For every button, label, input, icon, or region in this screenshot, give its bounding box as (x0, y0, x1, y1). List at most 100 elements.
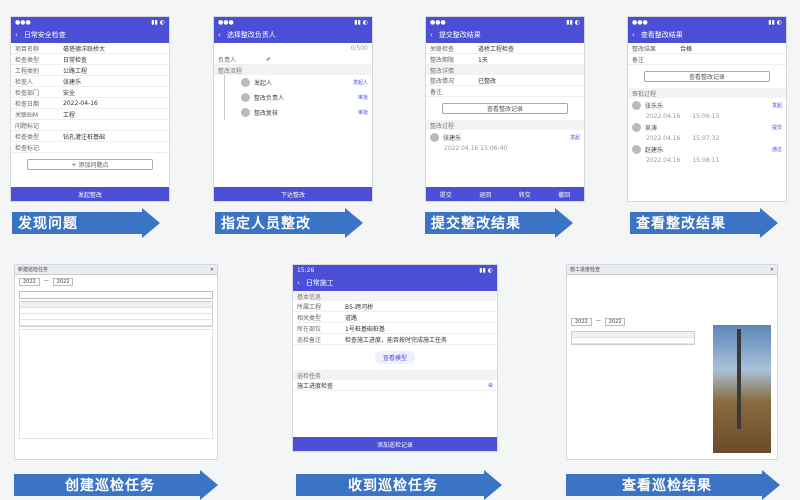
task-item[interactable]: 施工进度检查 ⊕ (293, 380, 497, 391)
form-row[interactable]: 巡检备注 检查施工进度，能否按时完成施工任务 (293, 334, 497, 345)
row-value: 毫塔德洋跃桥大 (63, 45, 106, 53)
approval-item: 赵建乐 通过 2022.04.16 15:08:11 (628, 142, 786, 164)
row-value: 张建乐 (63, 78, 82, 86)
add-icon[interactable]: ⊕ (488, 382, 493, 389)
step-arrow-1: 发现问题 (12, 208, 160, 238)
form-row[interactable]: 关联BIM 工程 (11, 109, 169, 120)
avatar (241, 93, 250, 102)
form-row[interactable]: 检查日期 2022-04-16 (11, 98, 169, 109)
back-icon[interactable]: ‹ (218, 31, 221, 39)
row-value: 日常检查 (63, 56, 88, 64)
form-row[interactable]: 整改结果 合格 (628, 43, 786, 54)
close-icon[interactable]: ✕ (210, 267, 214, 273)
check-icon: ✔ (266, 55, 272, 63)
row-value: 已整改 (478, 77, 497, 85)
form-row[interactable]: 所属工程 B5-跨河桥 (293, 301, 497, 312)
flow-step[interactable]: 整改负责人 审批 (237, 90, 372, 105)
start-rectification-button[interactable]: 发起整改 (11, 187, 169, 201)
row-value: 2022-04-16 (63, 99, 98, 107)
form-row[interactable]: 相关类型 道路 (293, 312, 497, 323)
step-arrow-4: 查看整改结果 (630, 208, 778, 238)
avatar (430, 133, 439, 142)
year-from-select[interactable]: 2022 (571, 318, 592, 326)
detail-area (567, 275, 777, 315)
form-row[interactable]: 整改情况 已整改 (426, 75, 584, 86)
form-row[interactable]: 项目名称 毫塔德洋跃桥大 (11, 43, 169, 54)
approval-time: 15:07:32 (692, 135, 720, 142)
action-tab[interactable]: 撤回 (558, 190, 570, 199)
arrow-label: 收到巡检任务 (296, 474, 484, 496)
step-tag: 审批 (357, 95, 368, 101)
action-tabs: 提交 退回 转交 撤回 (426, 187, 584, 201)
form-row[interactable]: 检查类型 钻孔灌注桩基础 (11, 131, 169, 142)
status-tag: 通过 (771, 147, 782, 153)
action-tab[interactable]: 退回 (479, 190, 491, 199)
char-counter: 0/500 (350, 45, 368, 52)
task-table (19, 301, 213, 327)
year-to-select[interactable]: 2022 (52, 278, 74, 286)
search-input[interactable] (19, 291, 213, 299)
person-field[interactable]: 负责人 ✔ (214, 54, 372, 65)
table-row[interactable] (572, 338, 694, 344)
nav-title: 提交整改结果 (438, 31, 481, 39)
approval-time: 15:08:11 (692, 157, 720, 164)
form-row[interactable]: 所在部位 1号桩基础桩基 (293, 323, 497, 334)
add-issue-button[interactable]: + 添加问题点 (27, 159, 153, 170)
approval-list: 张乐乐 发起 2022.04.16 15:06:15 吴涛 提交 2022.04.16 15:… (628, 98, 786, 164)
section-title: 整改详情 (426, 65, 584, 75)
arrow-label: 提交整改结果 (425, 212, 555, 234)
arrow-label: 发现问题 (12, 212, 142, 234)
clock: 15:26 (297, 266, 315, 274)
phone-screen-find-issue: ●●● ▮▮ ◐ ‹ 日常安全检查 项目名称 毫塔德洋跃桥大 检查类型 日常检查 工程类别 公… (10, 16, 170, 202)
back-icon[interactable]: ‹ (632, 31, 635, 39)
form-row[interactable]: 备注 (628, 54, 786, 65)
back-icon[interactable]: ‹ (297, 279, 300, 287)
section-title: 整改流程 (214, 65, 372, 75)
avatar (632, 145, 641, 154)
form-row[interactable]: 备注 (426, 86, 584, 97)
row-label: 整改期限 (430, 56, 455, 64)
row-label: 检查日期 (15, 100, 40, 108)
date-filter: 2022 — 2022 (15, 275, 217, 289)
phone-screen-view-result: ●●● ▮▮ ◐ ‹ 查看整改结果 整改结果 合格 备注 查看整改记录 审批过程 张乐乐… (627, 16, 787, 202)
close-icon[interactable]: ✕ (770, 267, 774, 273)
row-label: 巡检备注 (297, 336, 322, 344)
table-row[interactable] (20, 320, 212, 326)
nav-title: 日常施工 (305, 279, 334, 287)
row-label: 检查类型 (15, 133, 40, 141)
phone-screen-submit-result: ●●● ▮▮ ◐ ‹ 提交整改结果 关联检查 道桥工程检查 整改期限 1天 整改详情 整改… (425, 16, 585, 202)
form-row[interactable]: 检查人 张建乐 (11, 76, 169, 87)
row-label: 检查标记 (15, 144, 40, 152)
assign-button[interactable]: 下达整改 (214, 187, 372, 201)
nav-bar: ‹ 查看整改结果 (628, 27, 786, 43)
add-record-button[interactable]: 添加巡检记录 (293, 437, 497, 451)
form-row[interactable]: 检查部门 安全 (11, 87, 169, 98)
person-name: 吴涛 (645, 125, 658, 132)
flow-step[interactable]: 整改复核 审批 (237, 105, 372, 120)
field-label: 负责人 (218, 56, 237, 64)
action-tab[interactable]: 提交 (440, 190, 452, 199)
section-title: 基本信息 (293, 291, 497, 301)
year-to-select[interactable]: 2022 (604, 318, 626, 326)
view-record-button[interactable]: 查看整改记录 (644, 71, 770, 82)
back-icon[interactable]: ‹ (15, 31, 18, 39)
flow-steps: 发起人 发起人 整改负责人 审批 整改复核 审批 (224, 75, 372, 120)
year-from-select[interactable]: 2022 (19, 278, 40, 286)
form-row[interactable]: 问题标记 (11, 120, 169, 131)
nav-bar: ‹ 提交整改结果 (426, 27, 584, 43)
view-model-button[interactable]: 查看模型 (374, 351, 415, 364)
form-row[interactable]: 检查标记 (11, 142, 169, 153)
flow-step[interactable]: 发起人 发起人 (237, 75, 372, 90)
row-label: 项目名称 (15, 45, 40, 53)
form-row[interactable]: 整改期限 1天 (426, 54, 584, 65)
action-tab[interactable]: 转交 (519, 190, 531, 199)
person-time: 2022.04.16 15:06:40 (444, 145, 508, 152)
form-row[interactable]: 关联检查 道桥工程检查 (426, 43, 584, 54)
form-row[interactable]: 检查类型 日常检查 (11, 54, 169, 65)
view-record-button[interactable]: 查看整改记录 (442, 103, 568, 114)
step-name: 整改复核 (254, 110, 279, 117)
form-row[interactable]: 工程类别 公路工程 (11, 65, 169, 76)
window-title: 新建巡检任务 (18, 267, 49, 273)
back-icon[interactable]: ‹ (430, 31, 433, 39)
person-name: 赵建乐 (645, 147, 664, 154)
